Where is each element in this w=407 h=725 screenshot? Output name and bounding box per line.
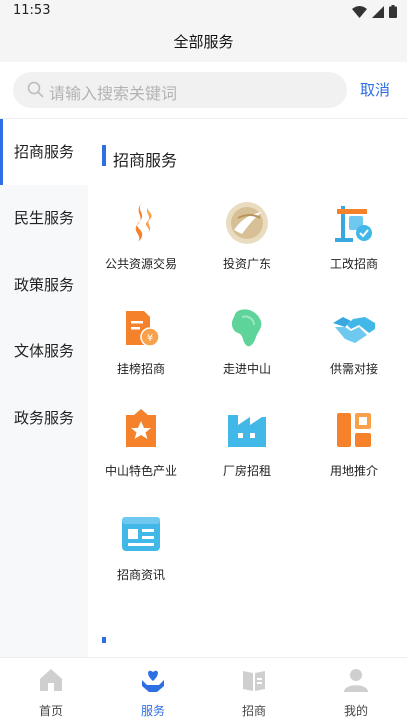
tab-investment[interactable]: 招商 xyxy=(224,666,284,719)
service-supply-demand[interactable]: 供需对接 xyxy=(304,305,404,377)
tab-label: 招商 xyxy=(241,704,266,718)
invest-guangdong-icon xyxy=(226,202,268,244)
cancel-button[interactable]: 取消 xyxy=(360,79,390,100)
service-label: 走进中山 xyxy=(222,362,271,376)
sidebar-item-culture-sports[interactable]: 文体服务 xyxy=(0,318,88,384)
service-listing-investment[interactable]: ¥ 挂榜招商 xyxy=(91,305,191,377)
title-bar: 全部服务 xyxy=(0,24,407,62)
land-promotion-icon xyxy=(337,413,371,447)
tab-label: 我的 xyxy=(343,704,368,718)
sidebar-item-label: 政务服务 xyxy=(14,409,75,427)
tab-label: 服务 xyxy=(140,704,165,718)
section-marker xyxy=(102,145,106,166)
sidebar-item-label: 招商服务 xyxy=(14,143,75,161)
service-factory-rent[interactable]: 厂房招租 xyxy=(197,407,297,479)
search-input[interactable]: 请输入搜索关键词 xyxy=(13,72,347,108)
service-land-promotion[interactable]: 用地推介 xyxy=(304,407,404,479)
service-invest-guangdong[interactable]: 投资广东 xyxy=(197,200,297,272)
sidebar-item-policy[interactable]: 政策服务 xyxy=(0,252,88,318)
system-icons xyxy=(352,5,397,18)
service-label: 公共资源交易 xyxy=(104,257,177,271)
sidebar-item-government[interactable]: 政务服务 xyxy=(0,385,88,451)
sidebar-item-label: 民生服务 xyxy=(14,209,75,227)
sidebar-item-livelihood[interactable]: 民生服务 xyxy=(0,185,88,251)
bottom-tab-bar: 首页 服务 招商 我的 xyxy=(0,657,407,725)
next-section-marker xyxy=(102,637,106,643)
service-label: 招商资讯 xyxy=(116,568,165,582)
service-public-resource-trade[interactable]: 公共资源交易 xyxy=(91,200,191,272)
signal-icon xyxy=(372,5,384,18)
sidebar-item-label: 文体服务 xyxy=(14,342,75,360)
service-label: 工改招商 xyxy=(329,257,378,271)
search-placeholder: 请输入搜索关键词 xyxy=(49,84,178,103)
user-icon xyxy=(344,669,368,692)
section-title: 招商服务 xyxy=(113,151,178,170)
investment-book-icon xyxy=(243,671,265,691)
service-label: 中山特色产业 xyxy=(104,464,177,478)
tab-home[interactable]: 首页 xyxy=(21,666,81,719)
service-label: 投资广东 xyxy=(222,257,271,271)
listing-investment-icon: ¥ xyxy=(126,311,160,347)
service-heart-icon xyxy=(142,670,164,692)
search-icon xyxy=(27,81,44,98)
public-resource-trade-icon xyxy=(135,202,152,244)
zhongshan-map-icon xyxy=(231,309,262,347)
status-time: 11:53 xyxy=(13,3,51,18)
factory-icon xyxy=(228,415,266,447)
service-label: 挂榜招商 xyxy=(116,362,165,376)
home-icon xyxy=(40,669,62,691)
service-investment-news[interactable]: 招商资讯 xyxy=(91,511,191,583)
service-featured-industry[interactable]: 中山特色产业 xyxy=(91,407,191,479)
tab-label: 首页 xyxy=(38,704,63,718)
battery-icon xyxy=(389,5,397,18)
status-bar: 11:53 xyxy=(0,0,407,24)
sidebar-item-investment[interactable]: 招商服务 xyxy=(0,119,88,185)
sidebar-item-label: 政策服务 xyxy=(14,276,75,294)
service-zhongshan-intro[interactable]: 走进中山 xyxy=(197,305,297,377)
service-label: 供需对接 xyxy=(329,362,378,376)
search-row: 请输入搜索关键词 取消 xyxy=(0,62,407,118)
featured-industry-icon xyxy=(126,409,156,447)
page-title: 全部服务 xyxy=(173,33,234,51)
tab-mine[interactable]: 我的 xyxy=(326,666,386,719)
wifi-icon xyxy=(352,5,367,18)
service-engineering-reform[interactable]: 工改招商 xyxy=(304,200,404,272)
service-label: 用地推介 xyxy=(329,464,378,478)
category-sidebar: 招商服务 民生服务 政策服务 文体服务 政务服务 xyxy=(0,119,88,657)
investment-news-icon xyxy=(122,517,160,551)
service-label: 厂房招租 xyxy=(222,464,271,478)
handshake-icon xyxy=(333,317,375,343)
svg-text:¥: ¥ xyxy=(147,333,153,344)
engineering-reform-icon xyxy=(335,206,372,242)
tab-service[interactable]: 服务 xyxy=(123,666,183,719)
